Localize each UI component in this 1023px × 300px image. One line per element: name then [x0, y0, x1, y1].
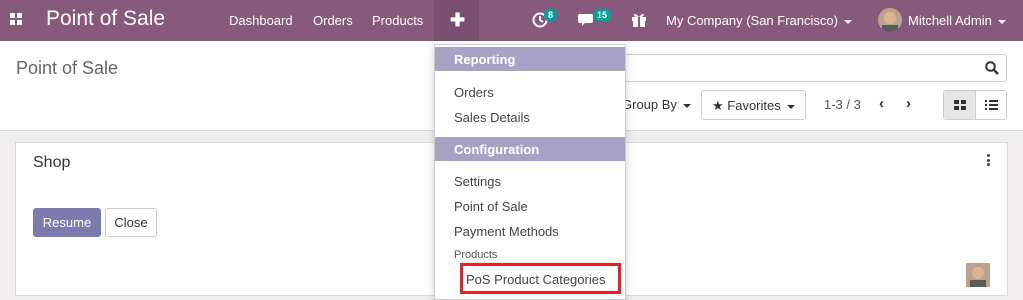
- menu-item-point-of-sale[interactable]: Point of Sale: [454, 199, 528, 214]
- user-avatar[interactable]: [878, 8, 902, 32]
- view-switcher: [943, 90, 1007, 120]
- close-button[interactable]: Close: [105, 208, 157, 237]
- user-menu[interactable]: Mitchell Admin: [908, 13, 1006, 28]
- menu-item-payment-methods[interactable]: Payment Methods: [454, 224, 559, 239]
- company-name: My Company (San Francisco): [666, 13, 838, 28]
- chevron-left-icon[interactable]: ‹: [879, 95, 893, 112]
- group-by-label: Group By: [622, 97, 677, 112]
- list-view-button[interactable]: [976, 91, 1007, 119]
- chevron-down-icon: [682, 103, 691, 108]
- kanban-icon: [954, 100, 966, 110]
- menu-item-orders[interactable]: Orders: [454, 85, 494, 100]
- search-input[interactable]: [600, 54, 1007, 82]
- app-brand[interactable]: Point of Sale: [46, 7, 165, 31]
- pager-value[interactable]: 1-3 / 3: [824, 97, 861, 112]
- reporting-header: Reporting: [435, 47, 625, 71]
- company-switcher[interactable]: My Company (San Francisco): [666, 13, 852, 28]
- star-icon: ★: [712, 98, 724, 113]
- nav-dashboard[interactable]: Dashboard: [229, 13, 293, 28]
- gift-icon[interactable]: [631, 11, 647, 29]
- highlight-box: [460, 263, 621, 294]
- search-icon[interactable]: [985, 61, 999, 75]
- list-icon: [985, 100, 998, 110]
- apps-menu-icon[interactable]: [10, 13, 23, 26]
- nav-orders[interactable]: Orders: [313, 13, 353, 28]
- configuration-header: Configuration: [435, 137, 625, 161]
- user-name: Mitchell Admin: [908, 13, 992, 28]
- chevron-right-icon[interactable]: ›: [906, 95, 920, 112]
- activity-count-badge: 8: [544, 9, 558, 22]
- reporting-configuration-menu-tab[interactable]: ✚: [434, 0, 479, 41]
- page-title: Point of Sale: [16, 58, 119, 78]
- top-navbar: Point of Sale Dashboard Orders Products …: [0, 0, 1023, 41]
- shop-name: Shop: [33, 154, 71, 171]
- kanban-view-button[interactable]: [944, 91, 976, 119]
- menu-item-sales-details[interactable]: Sales Details: [454, 110, 530, 125]
- plus-icon: ✚: [450, 10, 466, 30]
- reporting-configuration-dropdown: Reporting Orders Sales Details Configura…: [434, 44, 626, 300]
- favorites-label: Favorites: [727, 98, 781, 113]
- chevron-down-icon: [997, 19, 1006, 24]
- responsible-avatar: [966, 263, 990, 287]
- favorites-button[interactable]: ★ Favorites: [701, 90, 806, 120]
- chevron-down-icon: [786, 104, 795, 109]
- menu-item-settings[interactable]: Settings: [454, 174, 501, 189]
- resume-button[interactable]: Resume: [33, 208, 101, 237]
- kebab-menu-icon[interactable]: [987, 154, 991, 166]
- nav-products[interactable]: Products: [372, 13, 423, 28]
- products-subheader: Products: [454, 249, 498, 261]
- chevron-down-icon: [843, 19, 852, 24]
- message-count-badge: 15: [593, 9, 612, 22]
